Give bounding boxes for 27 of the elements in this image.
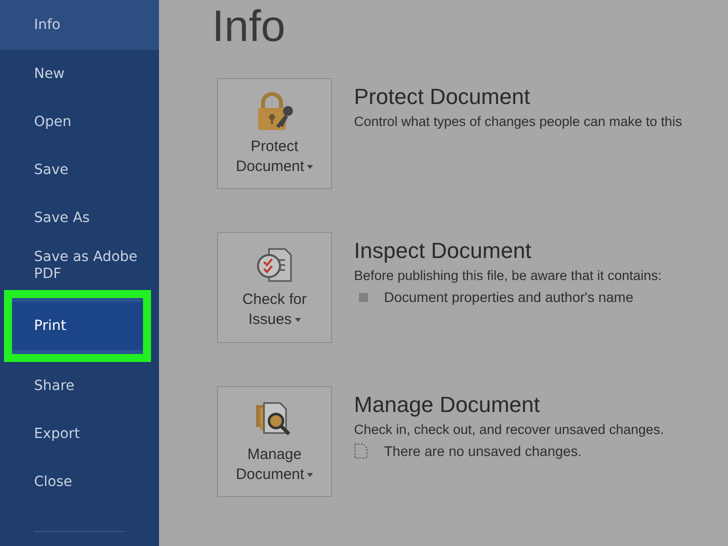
sidebar-item[interactable]: Export bbox=[0, 410, 159, 458]
sidebar-item[interactable]: Print bbox=[12, 298, 143, 354]
caret-icon bbox=[307, 472, 314, 477]
section-heading: Manage Document bbox=[354, 392, 541, 418]
bullet-icon bbox=[359, 292, 368, 302]
page-title: Info bbox=[212, 2, 286, 52]
sidebar-item[interactable]: Save As bbox=[0, 194, 159, 242]
section-description: Control what types of changes people can make to this bbox=[354, 114, 682, 129]
caret-icon bbox=[307, 164, 314, 169]
action-button[interactable]: Protect Document bbox=[217, 78, 332, 189]
section-heading: Protect Document bbox=[354, 84, 532, 110]
sidebar-item[interactable]: Share bbox=[0, 362, 159, 410]
sidebar-item[interactable]: Save as Adobe PDF bbox=[0, 242, 159, 290]
section-heading: Inspect Document bbox=[354, 238, 532, 264]
section-description: Before publishing this file, be aware that it contains: bbox=[354, 268, 662, 283]
detail-text: Document properties and author's name bbox=[384, 289, 634, 305]
action-button[interactable]: Check for Issues bbox=[217, 232, 332, 343]
sidebar-item[interactable]: Info bbox=[0, 0, 159, 50]
sidebar-item[interactable]: Save bbox=[0, 146, 159, 194]
sidebar-item[interactable]: Close bbox=[0, 458, 159, 506]
sidebar-item[interactable]: Open bbox=[0, 98, 159, 146]
sidebar-item[interactable]: New bbox=[0, 50, 159, 98]
section-description: Check in, check out, and recover unsaved changes. bbox=[354, 422, 664, 437]
action-button[interactable]: Manage Document bbox=[217, 386, 332, 497]
caret-icon bbox=[294, 318, 301, 322]
file-icon bbox=[354, 443, 368, 459]
detail-text: There are no unsaved changes. bbox=[384, 443, 582, 459]
